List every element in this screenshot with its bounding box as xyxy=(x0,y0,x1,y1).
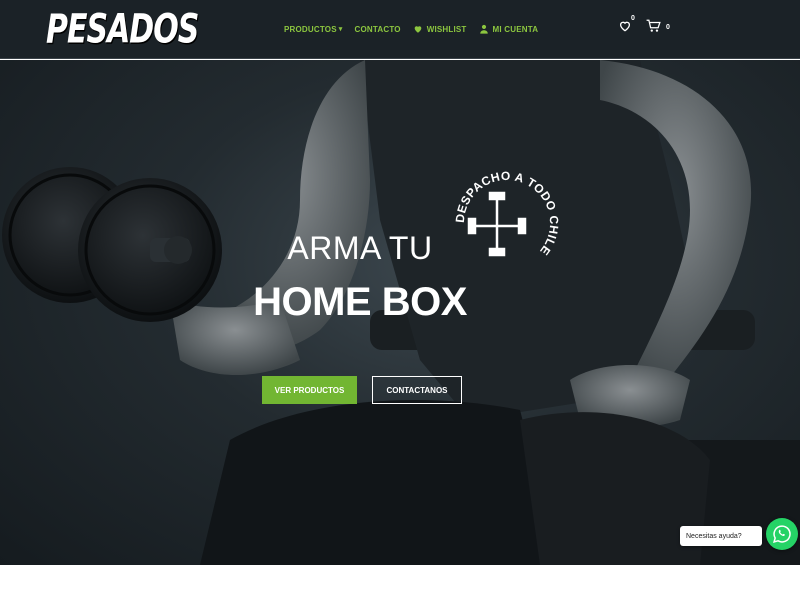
site-logo[interactable]: PESADOS xyxy=(46,0,199,61)
whatsapp-button[interactable] xyxy=(766,518,798,550)
chevron-down-icon: ▾ xyxy=(338,26,343,33)
heart-outline-icon xyxy=(619,21,631,32)
contactanos-button[interactable]: CONTACTANOS xyxy=(372,376,462,404)
whatsapp-icon xyxy=(773,525,791,543)
content-below-hero xyxy=(0,565,800,600)
nav-item-label: MI CUENTA xyxy=(492,24,539,34)
nav-item-contacto[interactable]: CONTACTO xyxy=(355,25,401,34)
nav-item-label: CONTACTO xyxy=(354,24,401,34)
cart-count: 0 xyxy=(666,23,670,31)
header-actions: 0 0 xyxy=(618,15,670,35)
site-header: PESADOS PRODUCTOS ▾ CONTACTO WISHLIST MI… xyxy=(0,0,800,59)
nav-item-label: PRODUCTOS xyxy=(284,24,337,34)
nav-item-productos[interactable]: PRODUCTOS ▾ xyxy=(284,25,343,34)
nav-item-label: WISHLIST xyxy=(426,24,467,34)
main-nav: PRODUCTOS ▾ CONTACTO WISHLIST MI CUENTA xyxy=(284,21,550,37)
hero-title-line1: ARMA TU xyxy=(287,230,433,266)
ver-productos-button[interactable]: VER PRODUCTOS xyxy=(262,376,357,404)
chat-help-bubble[interactable]: Necesitas ayuda? xyxy=(680,526,762,546)
wishlist-button[interactable]: 0 xyxy=(618,15,635,35)
cart-icon xyxy=(646,19,661,32)
hero-banner: DESPACHO A TODO CHILE ARMA TU HOME BOX V… xyxy=(0,60,800,565)
nav-item-wishlist[interactable]: WISHLIST xyxy=(413,24,467,34)
user-icon xyxy=(479,24,489,34)
nav-item-mi-cuenta[interactable]: MI CUENTA xyxy=(479,24,539,34)
heart-icon xyxy=(413,24,423,34)
cart-button[interactable] xyxy=(646,19,662,35)
hero-title-line2: HOME BOX xyxy=(253,280,467,324)
wishlist-count: 0 xyxy=(631,15,635,22)
